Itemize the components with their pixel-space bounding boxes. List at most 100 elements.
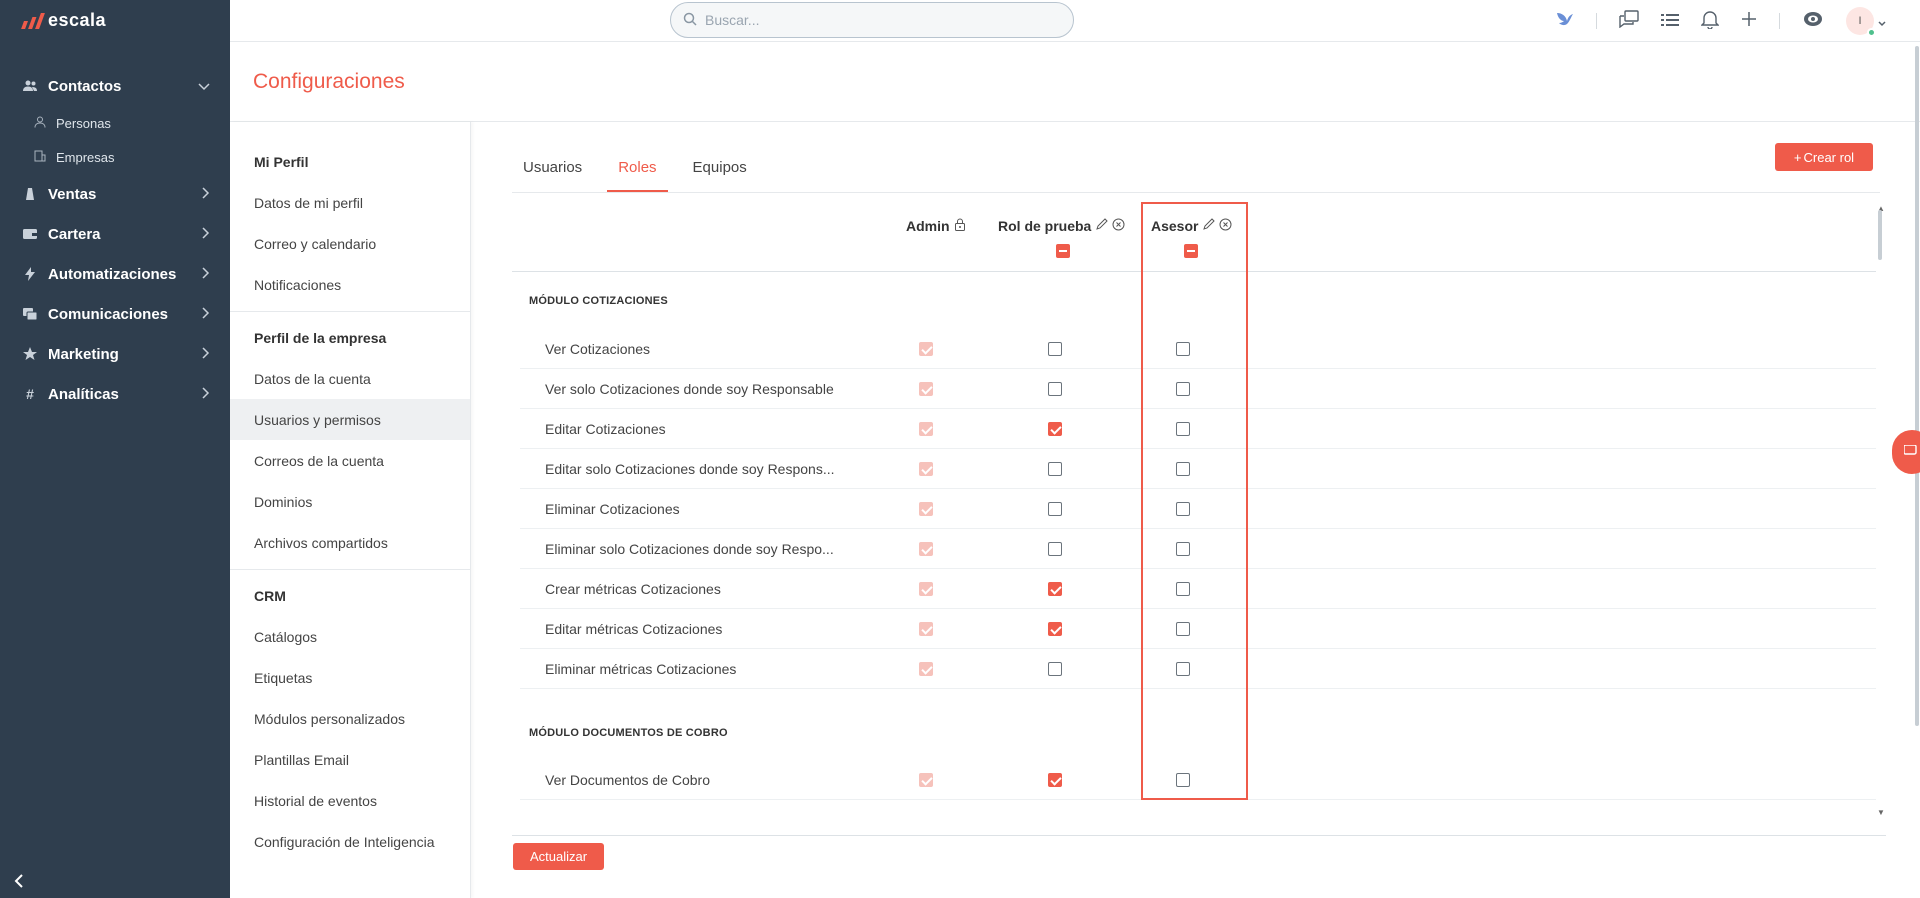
chat-widget-button[interactable] <box>1892 430 1920 474</box>
list-icon[interactable] <box>1661 11 1679 32</box>
checkbox-rol-de-prueba[interactable] <box>1048 773 1062 787</box>
nav-item-marketing[interactable]: Marketing <box>0 334 230 374</box>
settings-item-catalogos[interactable]: Catálogos <box>230 616 470 657</box>
checkbox-asesor[interactable] <box>1176 622 1190 636</box>
settings-group-title: Mi Perfil <box>254 154 309 170</box>
settings-item-datos-cuenta[interactable]: Datos de la cuenta <box>230 358 470 399</box>
settings-item-modulos-personalizados[interactable]: Módulos personalizados <box>230 698 470 739</box>
user-menu[interactable]: I <box>1846 7 1886 37</box>
settings-item-correos-cuenta[interactable]: Correos de la cuenta <box>230 440 470 481</box>
nav-item-comunicaciones[interactable]: Comunicaciones <box>0 294 230 334</box>
checkbox-asesor[interactable] <box>1176 773 1190 787</box>
settings-item-correo-calendario[interactable]: Correo y calendario <box>230 223 470 264</box>
tab-usuarios[interactable]: Usuarios <box>512 148 593 192</box>
edit-icon[interactable] <box>1095 218 1109 234</box>
checkbox-asesor[interactable] <box>1176 462 1190 476</box>
wallet-icon <box>20 228 40 240</box>
toggle-all-rol-de-prueba[interactable] <box>1056 244 1070 258</box>
nav-subitem-label: Empresas <box>56 149 115 165</box>
nav-item-analiticas[interactable]: # Analíticas <box>0 374 230 414</box>
checkbox-asesor[interactable] <box>1176 662 1190 676</box>
nav-item-label: Ventas <box>48 185 97 203</box>
lock-icon <box>954 218 966 234</box>
role-name: Asesor <box>1151 218 1199 234</box>
settings-item-dominios[interactable]: Dominios <box>230 481 470 522</box>
update-button[interactable]: Actualizar <box>513 843 604 870</box>
checkbox-admin <box>919 382 933 396</box>
nav-item-contactos[interactable]: Contactos <box>0 66 230 106</box>
chevron-right-icon <box>202 266 210 282</box>
permission-row: Eliminar solo Cotizaciones donde soy Res… <box>512 529 1876 569</box>
nav-subitem-personas[interactable]: Personas <box>0 106 230 140</box>
main-nav: Contactos Personas Empresas Ventas Carte… <box>0 66 230 414</box>
tab-roles[interactable]: Roles <box>607 148 668 192</box>
top-bar: I <box>230 0 1920 42</box>
checkbox-asesor[interactable] <box>1176 342 1190 356</box>
roles-scrollbar[interactable] <box>1876 208 1884 820</box>
toggle-all-asesor[interactable] <box>1184 244 1198 258</box>
settings-group-title: Perfil de la empresa <box>254 330 387 346</box>
nav-item-cartera[interactable]: Cartera <box>0 214 230 254</box>
chevron-right-icon <box>202 346 210 362</box>
checkbox-asesor[interactable] <box>1176 582 1190 596</box>
building-icon <box>34 150 50 165</box>
settings-item-historial-eventos[interactable]: Historial de eventos <box>230 780 470 821</box>
checkbox-rol-de-prueba[interactable] <box>1048 502 1062 516</box>
settings-item-plantillas-email[interactable]: Plantillas Email <box>230 739 470 780</box>
checkbox-rol-de-prueba[interactable] <box>1048 462 1062 476</box>
delete-circle-x-icon[interactable] <box>1219 218 1232 234</box>
permission-label: Eliminar solo Cotizaciones donde soy Res… <box>545 541 834 557</box>
settings-item-notificaciones[interactable]: Notificaciones <box>230 264 470 305</box>
checkbox-rol-de-prueba[interactable] <box>1048 622 1062 636</box>
divider <box>230 311 470 312</box>
create-role-button[interactable]: + Crear rol <box>1775 143 1873 171</box>
nav-subitem-label: Personas <box>56 115 111 131</box>
checkbox-rol-de-prueba[interactable] <box>1048 342 1062 356</box>
nav-item-label: Marketing <box>48 345 119 363</box>
permission-label: Editar Cotizaciones <box>545 421 666 437</box>
chevron-down-icon <box>198 78 210 94</box>
checkbox-rol-de-prueba[interactable] <box>1048 662 1062 676</box>
bell-icon[interactable] <box>1700 9 1720 34</box>
nav-subitem-empresas[interactable]: Empresas <box>0 140 230 174</box>
checkbox-rol-de-prueba[interactable] <box>1048 382 1062 396</box>
checkbox-admin <box>919 662 933 676</box>
settings-item-datos-perfil[interactable]: Datos de mi perfil <box>230 182 470 223</box>
nav-item-label: Cartera <box>48 225 101 243</box>
checkbox-asesor[interactable] <box>1176 502 1190 516</box>
assistant-bird-icon[interactable] <box>1554 9 1574 34</box>
checkbox-asesor[interactable] <box>1176 542 1190 556</box>
checkbox-rol-de-prueba[interactable] <box>1048 422 1062 436</box>
settings-item-etiquetas[interactable]: Etiquetas <box>230 657 470 698</box>
nav-item-ventas[interactable]: Ventas <box>0 174 230 214</box>
scroll-down-icon[interactable]: ▼ <box>1877 808 1885 817</box>
settings-item-archivos-compartidos[interactable]: Archivos compartidos <box>230 522 470 563</box>
settings-item-configuracion-inteligencia[interactable]: Configuración de Inteligencia <box>230 821 470 862</box>
checkbox-asesor[interactable] <box>1176 382 1190 396</box>
escala-logo[interactable]: escala <box>21 10 106 31</box>
nav-item-automatizaciones[interactable]: Automatizaciones <box>0 254 230 294</box>
scroll-thumb[interactable] <box>1878 210 1882 260</box>
support-icon[interactable] <box>1802 10 1824 33</box>
divider <box>512 835 1886 836</box>
nav-item-label: Comunicaciones <box>48 305 169 323</box>
settings-item-usuarios-permisos[interactable]: Usuarios y permisos <box>230 399 470 440</box>
chevron-down-icon <box>1878 11 1886 32</box>
checkbox-rol-de-prueba[interactable] <box>1048 542 1062 556</box>
search-box[interactable] <box>670 2 1074 38</box>
page-scrollbar[interactable] <box>1915 46 1919 726</box>
checkbox-asesor[interactable] <box>1176 422 1190 436</box>
edit-icon[interactable] <box>1202 218 1216 234</box>
delete-circle-x-icon[interactable] <box>1112 218 1125 234</box>
chevron-right-icon <box>202 226 210 242</box>
tab-equipos[interactable]: Equipos <box>682 148 758 192</box>
permission-row: Editar solo Cotizaciones donde soy Respo… <box>512 449 1876 489</box>
search-icon <box>683 12 697 29</box>
conversations-icon[interactable] <box>1619 9 1639 33</box>
permission-label: Eliminar métricas Cotizaciones <box>545 661 737 677</box>
permission-row: Crear métricas Cotizaciones <box>512 569 1876 609</box>
search-input[interactable] <box>705 12 1045 28</box>
collapse-sidebar-icon[interactable] <box>14 871 24 894</box>
checkbox-rol-de-prueba[interactable] <box>1048 582 1062 596</box>
plus-icon[interactable] <box>1741 11 1757 32</box>
